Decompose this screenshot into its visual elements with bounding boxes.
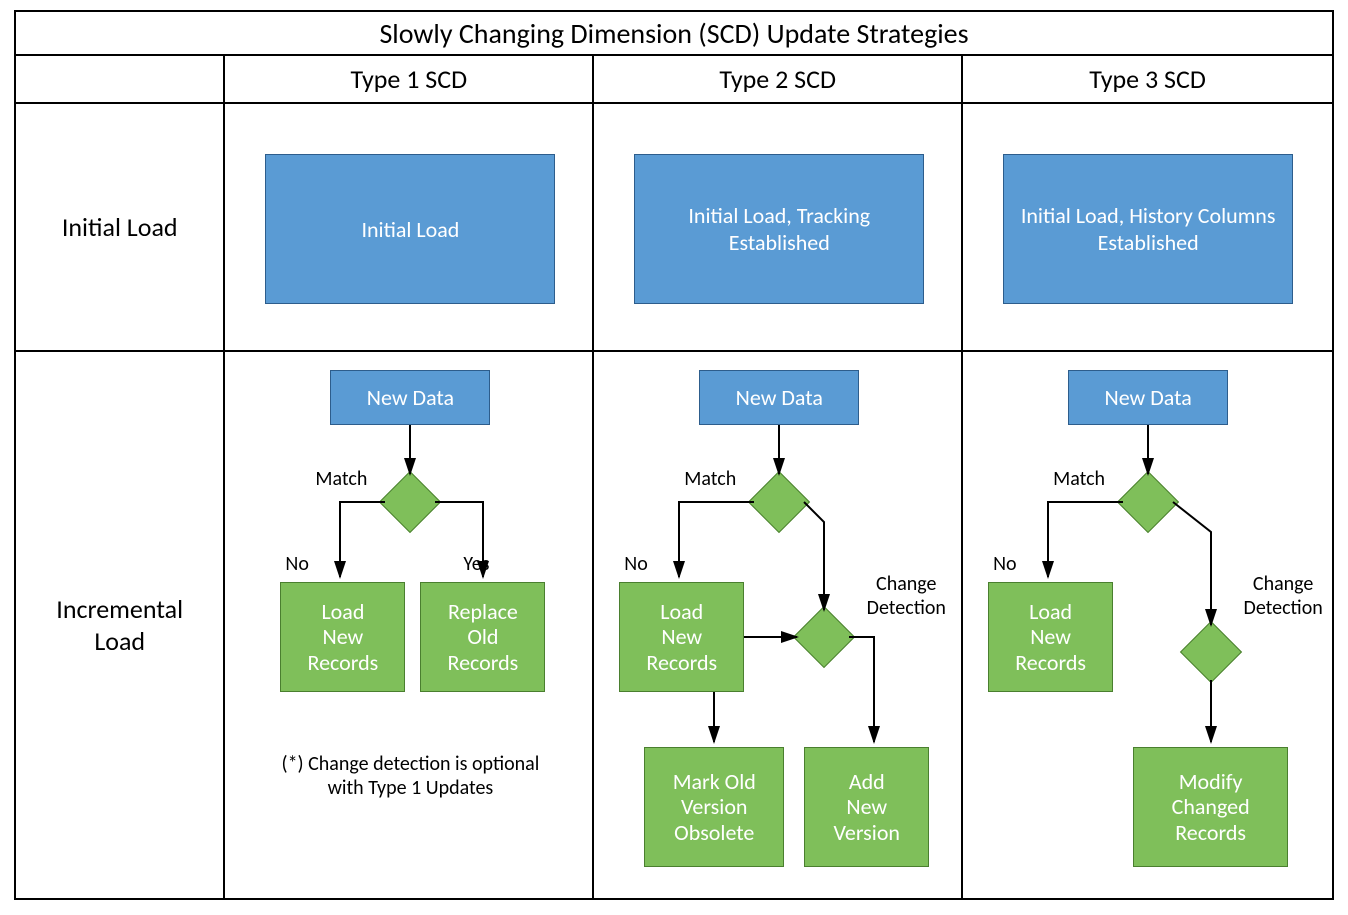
title-row: Slowly Changing Dimension (SCD) Update S…	[16, 12, 1332, 56]
row-incremental: Incremental Load New Data Match No Yes L…	[16, 352, 1332, 898]
col-header-type3: Type 3 SCD	[963, 56, 1332, 102]
decision-match-t2	[749, 472, 809, 532]
box-initial-type2: Initial Load, Tracking Established	[634, 154, 924, 304]
box-load-new-t3: Load New Records	[988, 582, 1113, 692]
header-row: Type 1 SCD Type 2 SCD Type 3 SCD	[16, 56, 1332, 104]
box-add-new-t2: Add New Version	[804, 747, 929, 867]
decision-change-t3	[1181, 622, 1241, 682]
label-match-t3: Match	[1053, 467, 1105, 491]
cell-incremental-type2: New Data Match No Load New Records Chang…	[594, 352, 963, 898]
box-replace-old-t1: Replace Old Records	[420, 582, 545, 692]
footnote-t1: (*) Change detection is optional with Ty…	[280, 752, 540, 800]
label-no-t3: No	[993, 552, 1016, 576]
row-label-initial: Initial Load	[16, 104, 225, 350]
corner-cell	[16, 56, 225, 102]
label-no-t2: No	[624, 552, 647, 576]
box-initial-type1: Initial Load	[265, 154, 555, 304]
box-initial-type3: Initial Load, History Columns Establishe…	[1003, 154, 1293, 304]
decision-match-t1	[380, 472, 440, 532]
label-change-t2: Change Detection	[856, 572, 956, 620]
col-header-type2: Type 2 SCD	[594, 56, 963, 102]
box-modify-changed-t3: Modify Changed Records	[1133, 747, 1288, 867]
label-no-t1: No	[285, 552, 308, 576]
cell-initial-type2: Initial Load, Tracking Established	[594, 104, 963, 350]
box-new-data-t2: New Data	[699, 370, 859, 425]
box-mark-old-t2: Mark Old Version Obsolete	[644, 747, 784, 867]
cell-incremental-type1: New Data Match No Yes Load New Records R…	[225, 352, 594, 898]
cell-initial-type1: Initial Load	[225, 104, 594, 350]
box-load-new-t2: Load New Records	[619, 582, 744, 692]
label-yes-t1: Yes	[463, 552, 489, 576]
diagram-frame: Slowly Changing Dimension (SCD) Update S…	[14, 10, 1334, 900]
decision-match-t3	[1118, 472, 1178, 532]
label-match-t2: Match	[684, 467, 736, 491]
label-change-t3: Change Detection	[1233, 572, 1333, 620]
row-initial: Initial Load Initial Load Initial Load, …	[16, 104, 1332, 352]
box-load-new-t1: Load New Records	[280, 582, 405, 692]
box-new-data-t1: New Data	[330, 370, 490, 425]
decision-change-t2	[794, 607, 854, 667]
col-header-type1: Type 1 SCD	[225, 56, 594, 102]
diagram-title: Slowly Changing Dimension (SCD) Update S…	[379, 16, 968, 51]
cell-initial-type3: Initial Load, History Columns Establishe…	[963, 104, 1332, 350]
cell-incremental-type3: New Data Match No Load New Records Chang…	[963, 352, 1332, 898]
label-match-t1: Match	[315, 467, 367, 491]
row-label-incremental: Incremental Load	[16, 352, 225, 898]
box-new-data-t3: New Data	[1068, 370, 1228, 425]
